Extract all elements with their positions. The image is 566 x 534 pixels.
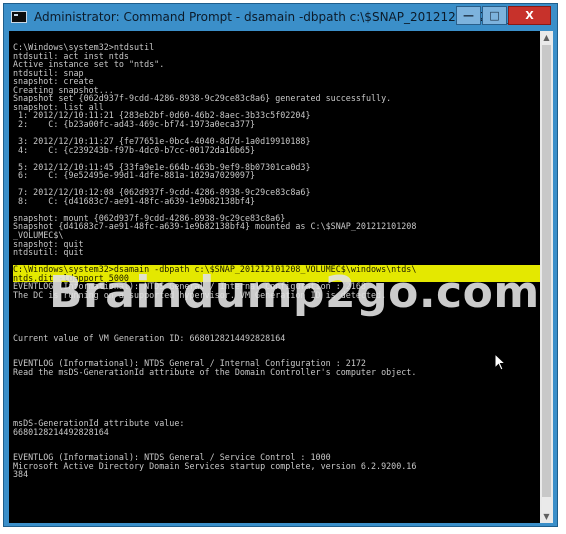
command-prompt-window: Administrator: Command Prompt - dsamain … [3,3,558,527]
console-line: Microsoft Active Directory Domain Servic… [13,460,417,471]
close-button[interactable]: X [508,6,551,25]
minimize-button[interactable]: — [456,6,481,25]
console-output: C:\Windows\system32>ntdsutil ntdsutil: ac… [13,43,540,479]
console-line: 8: C: {d41683c7-ae91-48fc-a639-1e9b82138… [13,195,256,206]
console-line: ntdsutil: quit [13,247,84,258]
console-line: Snapshot {d41683c7-ae91-48fc-a639-1e9b82… [13,221,417,232]
scrollbar-thumb[interactable] [542,45,551,497]
mouse-pointer-icon [494,353,506,371]
console-line: snapshot: quit [13,238,84,249]
command-prompt-icon [11,11,27,23]
console-line: 6: C: {9e52495e-99d1-4dfe-881a-1029a7029… [13,170,256,181]
vertical-scrollbar[interactable]: ▲ ▼ [540,31,553,523]
close-icon: X [525,9,534,22]
title-bar[interactable]: Administrator: Command Prompt - dsamain … [4,4,557,31]
console-line: 6680128214492828164 [13,426,109,437]
maximize-icon: □ [489,9,500,22]
console-line: 4: C: {c239243b-f97b-4dc0-b7cc-00172da16… [13,144,256,155]
minimize-icon: — [463,9,474,22]
console-line: Read the msDS-GenerationId attribute of … [13,366,417,377]
maximize-button[interactable]: □ [482,6,507,25]
console-line: 384 [13,469,29,480]
console-line: _VOLUMEC$\ [13,230,64,241]
console-line: Current value of VM Generation ID: 66801… [13,332,286,343]
console-area[interactable]: C:\Windows\system32>ntdsutil ntdsutil: ac… [9,31,540,523]
scroll-down-arrow-icon[interactable]: ▼ [540,510,553,523]
scroll-up-arrow-icon[interactable]: ▲ [540,31,553,44]
console-line: Active instance set to "ntds". [13,59,165,70]
watermark: Braindump2go.com [49,267,540,318]
console-line: 2: C: {b23a00fc-ad43-469c-bf74-1973a0eca… [13,118,256,129]
window-title: Administrator: Command Prompt - dsamain … [34,10,520,24]
